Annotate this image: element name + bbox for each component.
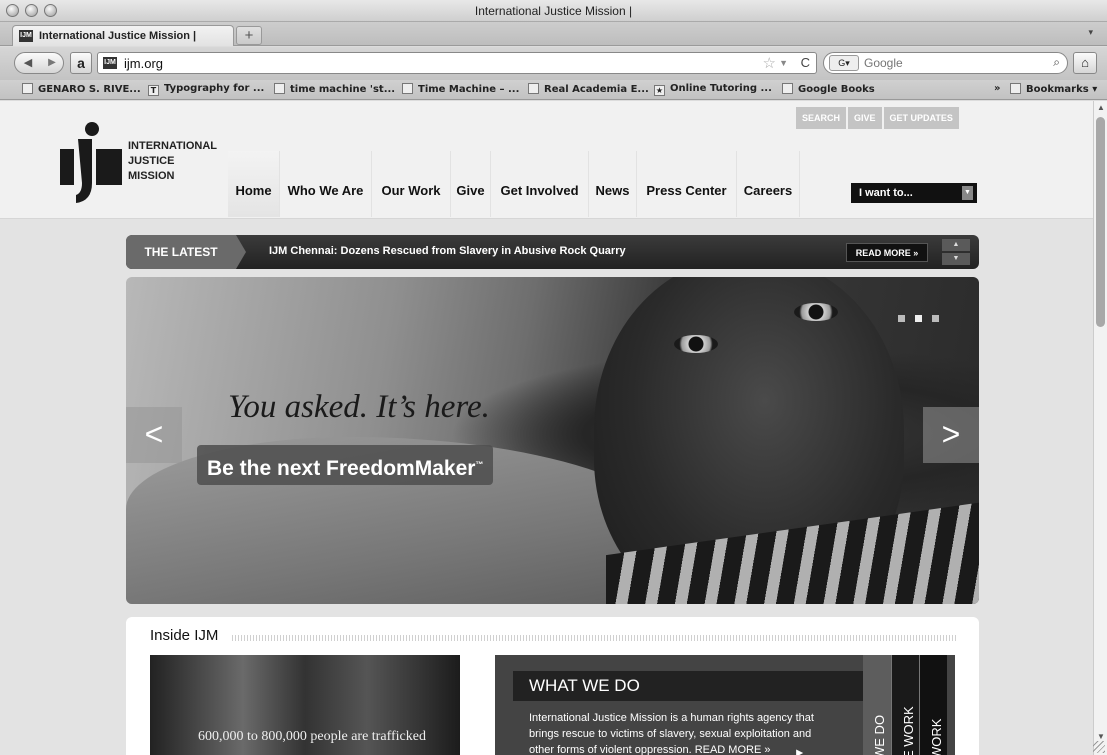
slider-dot[interactable] [932,315,939,322]
tab-where-we-work[interactable]: E WORK [891,655,919,755]
nav-news[interactable]: News [589,151,637,217]
divider [232,635,957,641]
back-button[interactable]: ◀ [17,54,39,72]
nav-home[interactable]: Home [228,151,280,217]
chevron-up-icon[interactable]: ▲ [942,239,970,251]
hero-slider: You asked. It’s here. Be the next Freedo… [126,277,979,604]
bookmark-item[interactable]: Time Machine – ... [402,83,519,95]
bookmark-item[interactable]: ★ Online Tutoring ... [654,83,772,96]
bookmark-t-icon: T [148,85,159,96]
search-input[interactable] [864,56,1034,70]
window-titlebar: International Justice Mission | [0,0,1107,22]
slider-next-button[interactable]: > [923,407,979,463]
navigation-toolbar: ◀ ▶ a IJM ☆ ▼ C G▾ ⌕ ⌂ [0,47,1107,80]
nav-get-involved[interactable]: Get Involved [491,151,589,217]
give-button[interactable]: GIVE [848,107,882,129]
inside-ijm-section: Inside IJM 600,000 to 800,000 people are… [126,617,979,755]
logo-wordmark[interactable]: INTERNATIONAL JUSTICE MISSION [128,139,238,184]
bookmark-page-icon [22,83,33,94]
nav-press-center[interactable]: Press Center [637,151,737,217]
hero-photo-detail [674,335,718,353]
utility-nav: SEARCH GIVE GET UPDATES [796,107,961,129]
tab-how-we-work[interactable]: WORK [919,655,947,755]
url-input[interactable] [124,56,724,71]
back-forward-group: ◀ ▶ [14,52,64,74]
trafficking-stat-photo[interactable]: 600,000 to 800,000 people are trafficked [150,655,460,755]
hero-tagline: You asked. It’s here. [228,389,490,425]
latest-tag: THE LATEST [126,235,246,269]
bookmark-item[interactable]: T Typography for ... [148,83,264,96]
star-icon: ★ [654,85,665,96]
bookmark-page-icon [782,83,793,94]
what-we-do-title: WHAT WE DO [513,671,863,701]
ijm-favicon-icon: IJM [19,30,33,42]
search-icon[interactable]: ⌕ [1053,55,1060,70]
what-we-do-body[interactable]: International Justice Mission is a human… [529,710,829,755]
scroll-thumb[interactable] [1096,117,1105,327]
window-title: International Justice Mission | [474,4,633,18]
browser-tab[interactable]: IJM International Justice Mission | [12,25,234,46]
bookmark-item[interactable]: Google Books [782,83,875,95]
reload-button[interactable]: C [801,55,810,70]
bookmark-star-icon[interactable]: ☆ [763,54,776,72]
rae-icon [528,83,539,94]
photo-caption: 600,000 to 800,000 people are trafficked [198,729,426,744]
site-favicon-icon: IJM [103,57,117,69]
section-title: Inside IJM [150,627,219,644]
vertical-scrollbar[interactable]: ▲ ▼ [1093,101,1107,755]
what-we-do-panel: WHAT WE DO International Justice Mission… [495,655,955,755]
new-tab-button[interactable]: + [236,26,262,45]
apple-icon [274,83,285,94]
nav-our-work[interactable]: Our Work [372,151,451,217]
scroll-up-icon[interactable]: ▲ [1097,103,1105,112]
nav-who-we-are[interactable]: Who We Are [280,151,372,217]
bookmarks-menu[interactable]: Bookmarks ▾ [1010,83,1097,95]
ijm-logo-icon[interactable] [60,121,122,203]
slider-prev-button[interactable]: < [126,407,182,463]
bookmark-item[interactable]: time machine 'st... [274,83,395,95]
chevron-down-icon: ▼ [962,186,973,200]
tab-bar: IJM International Justice Mission | + ▾ [0,22,1107,46]
forward-button[interactable]: ▶ [43,54,61,72]
slider-dots [898,309,949,327]
slider-dot[interactable] [898,315,905,322]
tab-what-we-do[interactable]: ▼ WE DO [792,655,891,755]
hero-photo-detail [794,303,838,321]
home-button[interactable]: ⌂ [1073,52,1097,74]
site-header: INTERNATIONAL JUSTICE MISSION SEARCH GIVE… [0,101,1093,219]
search-engine-selector[interactable]: G▾ [829,55,859,71]
resize-grip-icon[interactable] [1093,741,1105,753]
ticker-arrows: ▲ ▼ [942,239,970,265]
latest-news-ticker: THE LATEST IJM Chennai: Dozens Rescued f… [126,235,979,269]
read-more-button[interactable]: READ MORE » [846,243,928,262]
tab-list-icon[interactable]: ▾ [1088,27,1093,38]
latest-headline-link[interactable]: IJM Chennai: Dozens Rescued from Slavery… [269,245,626,257]
bookmarks-toolbar: GENARO S. RIVE... T Typography for ... ti… [0,80,1107,100]
bookmark-item[interactable]: GENARO S. RIVE... [22,83,141,95]
apple-icon [402,83,413,94]
chevron-down-icon[interactable]: ▼ [942,253,970,265]
address-bar[interactable]: IJM ☆ ▼ C [97,52,817,74]
scroll-down-icon[interactable]: ▼ [1097,732,1105,741]
nav-give[interactable]: Give [451,151,491,217]
get-updates-button[interactable]: GET UPDATES [883,107,959,129]
page-viewport: INTERNATIONAL JUSTICE MISSION SEARCH GIVE… [0,101,1093,755]
url-history-dropdown-icon[interactable]: ▼ [779,58,788,68]
search-bar[interactable]: G▾ ⌕ [823,52,1068,74]
amazon-button[interactable]: a [70,52,92,74]
bookmarks-overflow-button[interactable]: » [994,83,1000,94]
freedommaker-cta-button[interactable]: Be the next FreedomMaker™ [197,445,494,485]
search-button[interactable]: SEARCH [796,107,847,129]
tab-label: International Justice Mission | [39,30,197,42]
i-want-to-dropdown[interactable]: I want to... ▼ [851,183,977,203]
bookmarks-folder-icon [1010,83,1021,94]
slider-dot[interactable] [915,315,922,322]
bookmark-item[interactable]: Real Academia E... [528,83,649,95]
nav-careers[interactable]: Careers [737,151,800,217]
